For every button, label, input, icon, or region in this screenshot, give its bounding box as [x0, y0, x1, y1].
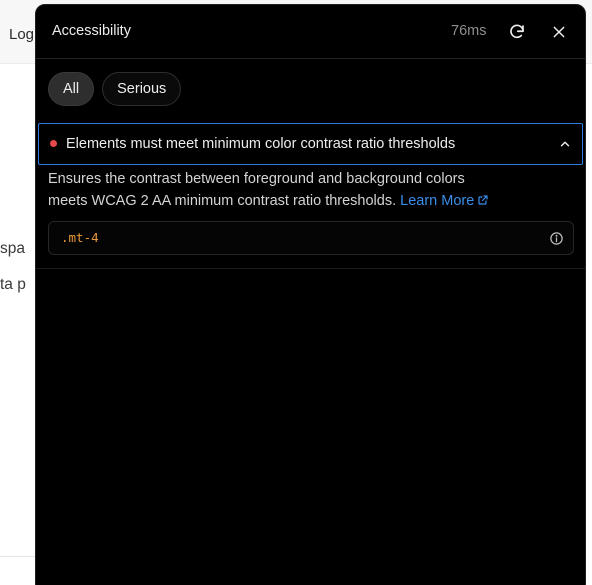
filter-serious-button[interactable]: Serious	[102, 72, 182, 106]
external-link-icon[interactable]	[477, 194, 489, 206]
panel-header: Accessibility 76ms	[36, 5, 585, 59]
description-text: meets WCAG 2 AA minimum contrast ratio t…	[48, 193, 397, 209]
learn-more-label[interactable]: Learn More	[400, 193, 474, 209]
section-divider	[36, 268, 585, 269]
background-text-line: ta p	[0, 276, 26, 293]
scan-timing: 76ms	[451, 23, 487, 39]
panel-title: Accessibility	[52, 23, 131, 39]
element-selector: .mt-4	[61, 230, 99, 245]
severity-dot-icon	[50, 140, 57, 147]
description-line: Ensures the contrast between foreground …	[48, 171, 465, 187]
info-icon[interactable]	[549, 231, 564, 246]
issue-title: Elements must meet minimum color contras…	[66, 136, 456, 152]
filter-all-button[interactable]: All	[48, 72, 95, 106]
issue-description: Ensures the contrast between foreground …	[48, 168, 568, 212]
refresh-icon	[510, 24, 524, 39]
issue-row[interactable]: Elements must meet minimum color contras…	[38, 123, 583, 165]
close-button[interactable]	[548, 21, 570, 43]
close-icon	[553, 26, 565, 38]
severity-filters: All Serious	[48, 72, 182, 106]
accessibility-panel: Accessibility 76ms All Serious Elements …	[35, 4, 586, 585]
background-text-line: spa	[0, 240, 25, 257]
element-selector-row[interactable]: .mt-4	[48, 221, 574, 255]
learn-more-link[interactable]: Learn More	[400, 193, 489, 209]
chevron-up-icon[interactable]	[558, 137, 572, 151]
description-line-2: meets WCAG 2 AA minimum contrast ratio t…	[48, 190, 568, 212]
background-divider	[0, 556, 40, 557]
background-header-text[interactable]: Log	[9, 26, 34, 43]
refresh-button[interactable]	[506, 21, 528, 43]
